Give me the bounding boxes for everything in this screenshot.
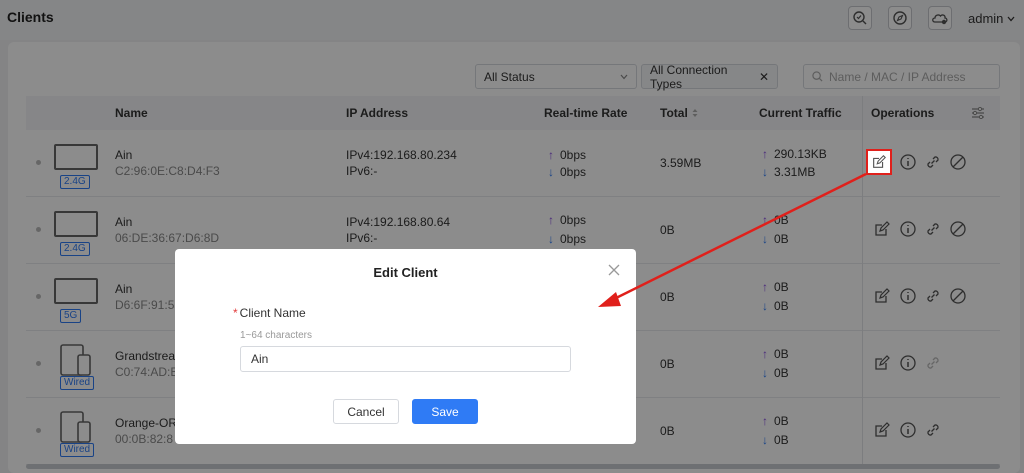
client-name-input[interactable]: [240, 346, 571, 372]
close-icon[interactable]: [607, 263, 621, 277]
required-mark: *: [233, 306, 238, 320]
character-hint: 1~64 characters: [240, 330, 312, 341]
client-name-label-text: Client Name: [239, 306, 306, 320]
dialog-title: Edit Client: [373, 265, 438, 280]
client-name-label: * Client Name: [233, 306, 306, 320]
edit-button-highlighted[interactable]: [866, 149, 892, 175]
edit-icon[interactable]: [871, 154, 887, 170]
save-button[interactable]: Save: [412, 399, 478, 424]
edit-client-dialog: Edit Client * Client Name 1~64 characters…: [175, 249, 636, 444]
cancel-button[interactable]: Cancel: [333, 399, 399, 424]
